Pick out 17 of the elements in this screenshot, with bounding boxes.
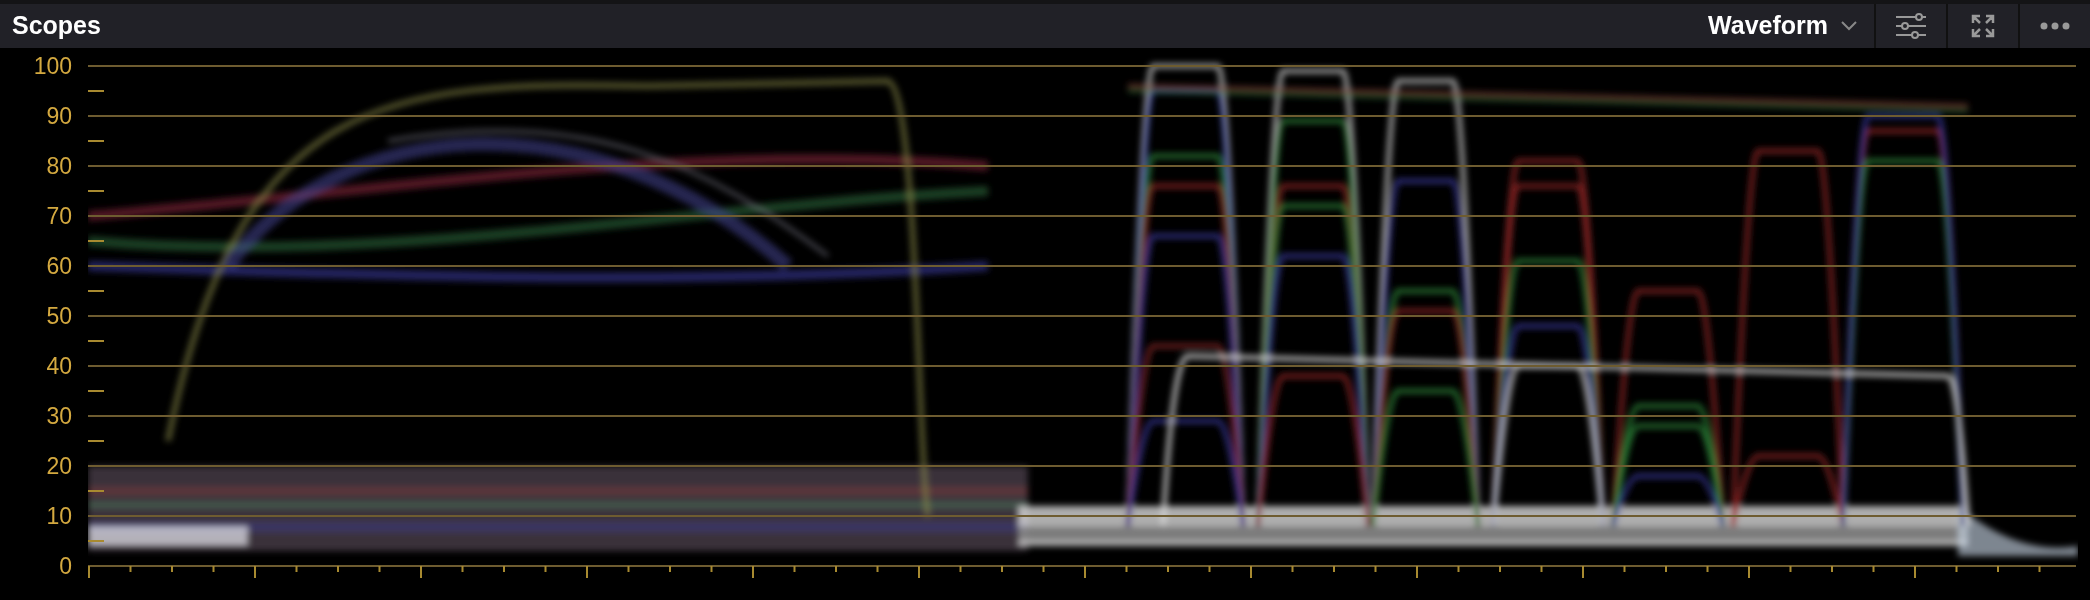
axis-label: 10 <box>46 504 72 528</box>
more-icon <box>2040 22 2070 30</box>
axis-label: 50 <box>46 304 72 328</box>
axis-label: 60 <box>46 254 72 278</box>
axis-label: 70 <box>46 204 72 228</box>
sliders-icon <box>1895 13 1927 39</box>
axis-label: 80 <box>46 154 72 178</box>
scope-type-dropdown[interactable]: Waveform <box>1692 4 1874 48</box>
axis-label: 20 <box>46 454 72 478</box>
expand-icon <box>1971 14 1995 38</box>
axis-label: 100 <box>33 54 72 78</box>
axis-label: 30 <box>46 404 72 428</box>
axis-label: 0 <box>59 554 72 578</box>
axis-label: 40 <box>46 354 72 378</box>
panel-title: Scopes <box>11 10 101 42</box>
chevron-down-icon <box>1840 20 1858 32</box>
axis-label: 90 <box>46 104 72 128</box>
